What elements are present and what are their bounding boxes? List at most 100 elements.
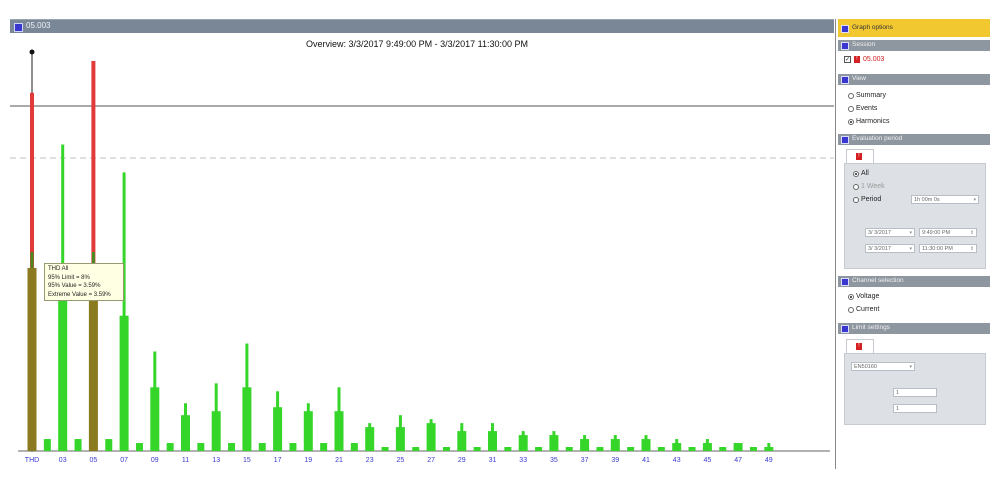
radio-icon[interactable] <box>848 118 854 125</box>
eval-option-all[interactable]: All <box>853 170 869 177</box>
harmonic-95-bar <box>610 439 620 451</box>
limit-value-2[interactable]: 1 <box>893 404 937 413</box>
tooltip-line: Extreme Value = 3.59% <box>48 291 111 298</box>
view-option-events[interactable]: Events <box>848 105 877 112</box>
harmonic-95-bar <box>119 315 129 451</box>
eval-option-week[interactable]: 1 Week <box>853 183 885 190</box>
radio-icon[interactable] <box>848 105 854 112</box>
channel-option-voltage[interactable]: Voltage <box>848 293 879 300</box>
collapse-icon[interactable] <box>841 25 849 33</box>
radio-icon[interactable] <box>848 92 854 99</box>
option-label: Current <box>856 306 880 313</box>
harmonic-95-bar <box>657 447 665 451</box>
section-channel-header[interactable]: Channel selection <box>838 276 990 287</box>
x-tick-label: 11 <box>182 457 189 463</box>
harmonic-95-bar <box>764 447 774 451</box>
x-tick-label: 15 <box>243 457 251 463</box>
harmonic-95-bar <box>43 439 51 451</box>
limit-value-text: 1 <box>896 390 900 396</box>
harmonics-chart[interactable]: THD 03 05 07 09 11 13 15 17 19 21 23 25 27 29 31 33 35 37 3… <box>10 33 834 463</box>
x-tick-label: 21 <box>335 457 343 463</box>
from-time-input[interactable]: 9:49:00 PM ⇕ <box>919 228 977 237</box>
limit-preset-value: EN50160 <box>854 364 877 370</box>
channel-option-current[interactable]: Current <box>848 306 879 313</box>
from-time-value: 9:49:00 PM <box>922 230 951 236</box>
to-date-input[interactable]: 3/ 3/2017 ▾ <box>865 244 915 253</box>
collapse-icon[interactable] <box>841 278 849 286</box>
section-limits-header[interactable]: Limit settings <box>838 323 990 334</box>
radio-icon[interactable] <box>853 170 859 177</box>
evaluation-box: All 1 Week Period 1h 00m 0s ▾ 3/ 3/2017 ▾ … <box>844 163 986 269</box>
collapse-icon[interactable] <box>841 325 849 333</box>
session-icon <box>14 23 23 32</box>
harmonic-95-bar <box>627 447 635 451</box>
x-tick-label: THD <box>25 457 39 463</box>
harmonic-95-bar <box>395 427 405 451</box>
option-label: Summary <box>856 92 886 99</box>
harmonic-95-bar <box>242 387 252 451</box>
tooltip-line: 95% Limit = 8% <box>48 274 90 281</box>
harmonic-95-bar <box>258 443 266 451</box>
section-view-header[interactable]: View <box>838 74 990 85</box>
harmonic-95-bar <box>672 443 682 451</box>
harmonic-95-bar <box>473 447 481 451</box>
section-evaluation-header[interactable]: Evaluation period <box>838 134 990 145</box>
harmonic-95-bar <box>334 411 344 451</box>
harmonic-95-bar <box>733 443 743 451</box>
limits-tab[interactable]: ! <box>846 339 874 354</box>
chevron-down-icon: ▾ <box>909 364 912 370</box>
radio-icon[interactable] <box>848 293 854 300</box>
warning-icon: ! <box>856 153 862 160</box>
x-tick-label: 41 <box>642 457 650 463</box>
panel-splitter[interactable] <box>835 19 836 469</box>
harmonic-95-bar <box>426 423 436 451</box>
limit-value-text: 1 <box>896 406 900 412</box>
view-option-harmonics[interactable]: Harmonics <box>848 118 889 125</box>
from-date-input[interactable]: 3/ 3/2017 ▾ <box>865 228 915 237</box>
harmonic-95-bar <box>74 439 82 451</box>
option-label: Voltage <box>856 293 880 300</box>
collapse-icon[interactable] <box>841 136 849 144</box>
radio-icon[interactable] <box>848 306 854 313</box>
chevron-down-icon: ▾ <box>973 197 976 203</box>
harmonic-95-bar <box>749 447 757 451</box>
option-label: Events <box>856 105 878 112</box>
limit-value-1[interactable]: 1 <box>893 388 937 397</box>
collapse-icon[interactable] <box>841 42 849 50</box>
harmonic-95-bar <box>135 443 143 451</box>
harmonic-95-bar <box>518 435 528 451</box>
evaluation-tab[interactable]: ! <box>846 149 874 164</box>
period-select[interactable]: 1h 00m 0s ▾ <box>911 195 979 204</box>
collapse-icon[interactable] <box>841 76 849 84</box>
option-label: 1 Week <box>861 183 885 190</box>
session-item[interactable]: ✓ ! 05.003 <box>844 56 884 63</box>
harmonic-95-bar <box>228 443 236 451</box>
harmonic-95-bar <box>58 295 68 451</box>
limit-preset-select[interactable]: EN50160 ▾ <box>851 362 915 371</box>
session-checkbox[interactable]: ✓ <box>844 56 851 63</box>
x-tick-label: 31 <box>489 457 497 463</box>
harmonic-95-bar <box>688 447 696 451</box>
harmonic-95-bar <box>166 443 174 451</box>
eval-option-period[interactable]: Period <box>853 196 881 203</box>
radio-icon[interactable] <box>853 183 859 190</box>
x-tick-label: 37 <box>581 457 589 463</box>
harmonic-95-bar <box>702 443 712 451</box>
section-title: Channel selection <box>852 277 904 284</box>
x-tick-label: 39 <box>611 457 619 463</box>
radio-icon[interactable] <box>853 196 859 203</box>
harmonic-95-bar <box>350 443 358 451</box>
harmonic-95-bar <box>150 387 160 451</box>
harmonic-95-bar <box>580 439 590 451</box>
harmonic-95-bar <box>596 447 604 451</box>
graph-options-header[interactable]: Graph options <box>838 19 990 37</box>
harmonic-95-bar <box>565 447 573 451</box>
graph-options-panel: Graph options Session ✓ ! 05.003 View Su… <box>838 19 990 469</box>
harmonic-95-bar <box>412 447 420 451</box>
x-tick-label: 13 <box>212 457 220 463</box>
section-session-header[interactable]: Session <box>838 40 990 51</box>
view-option-summary[interactable]: Summary <box>848 92 886 99</box>
to-time-input[interactable]: 11:30:00 PM ⇕ <box>919 244 977 253</box>
chart-area[interactable]: Overview: 3/3/2017 9:49:00 PM - 3/3/2017… <box>10 33 834 463</box>
session-color-icon: ! <box>854 56 860 63</box>
